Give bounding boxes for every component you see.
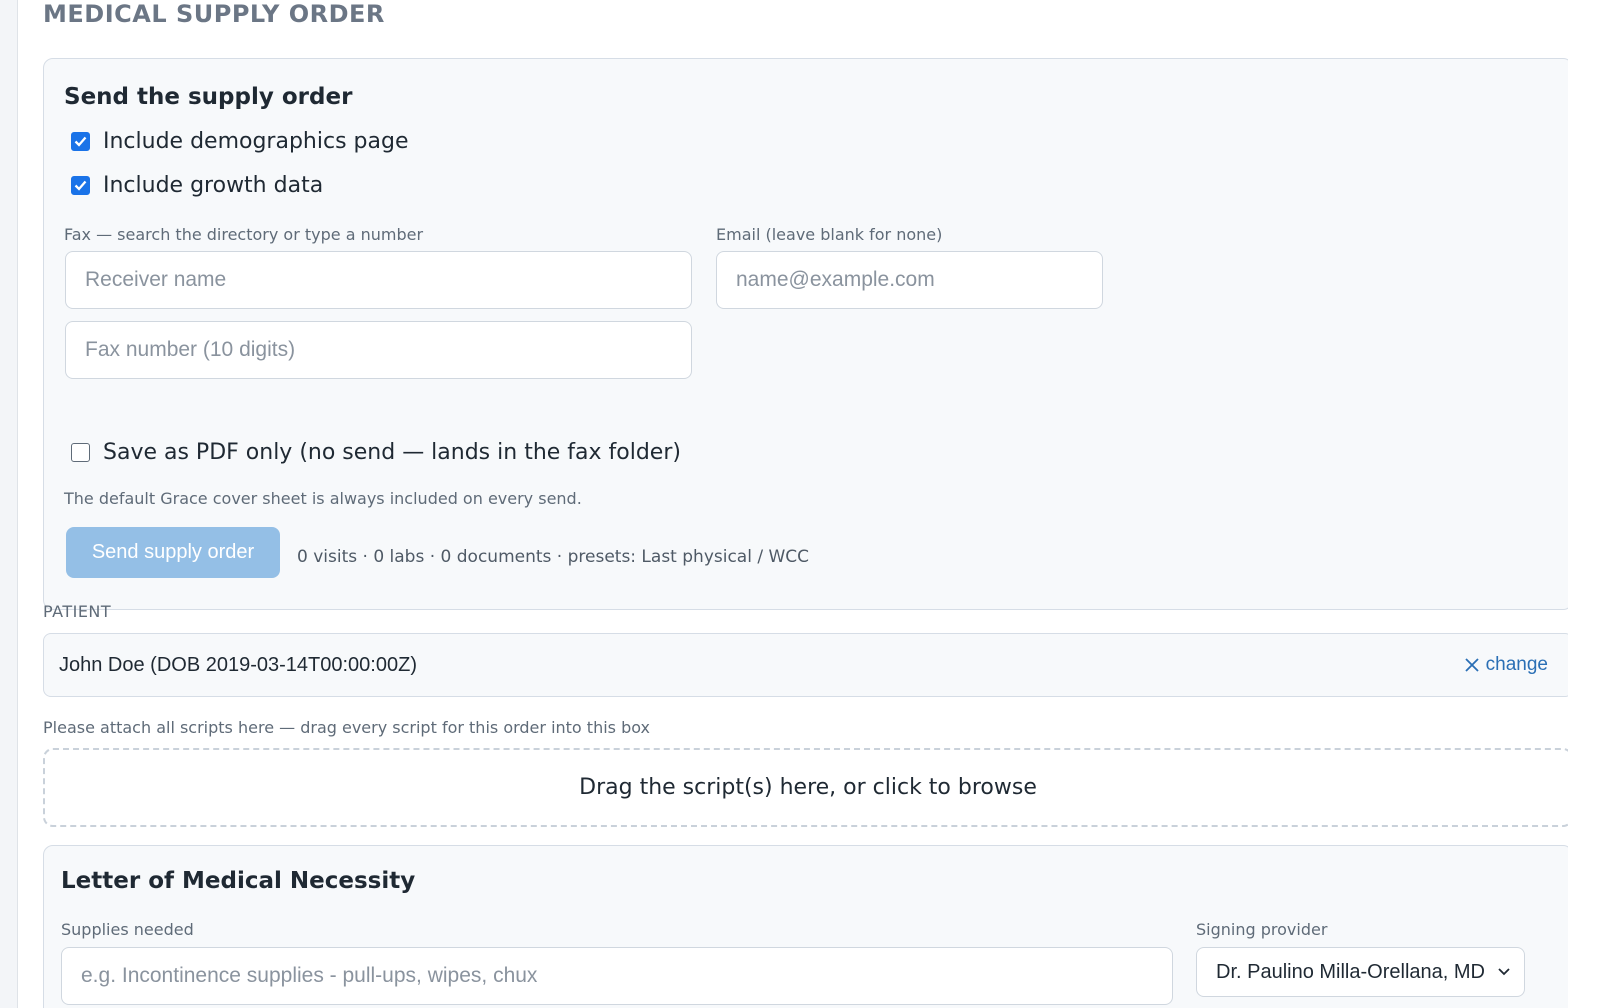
- include-growth-checkbox-row[interactable]: Include growth data: [71, 173, 323, 198]
- script-dropzone[interactable]: Drag the script(s) here, or click to bro…: [43, 748, 1573, 827]
- patient-label: PATIENT: [43, 602, 112, 621]
- change-patient-link[interactable]: change: [1464, 654, 1548, 676]
- include-growth-checkbox[interactable]: [71, 176, 90, 195]
- supplies-needed-input[interactable]: e.g. Incontinence supplies - pull-ups, w…: [61, 947, 1173, 1005]
- chevron-down-icon: [1498, 968, 1510, 976]
- email-input[interactable]: name@example.com: [716, 251, 1103, 309]
- change-label: change: [1485, 654, 1548, 675]
- include-growth-label: Include growth data: [103, 173, 324, 198]
- signing-provider-label: Signing provider: [1196, 920, 1328, 939]
- supplies-needed-label: Supplies needed: [61, 920, 194, 939]
- send-section-title: Send the supply order: [64, 84, 353, 110]
- page-title: MEDICAL SUPPLY ORDER: [43, 0, 385, 28]
- save-pdf-only-checkbox-row[interactable]: Save as PDF only (no send — lands in the…: [71, 440, 681, 465]
- dropzone-text: Drag the script(s) here, or click to bro…: [579, 775, 1037, 800]
- close-icon: [1465, 658, 1479, 672]
- cover-sheet-note: The default Grace cover sheet is always …: [64, 489, 582, 508]
- order-summary: 0 visits · 0 labs · 0 documents · preset…: [297, 547, 810, 567]
- patient-box: John Doe (DOB 2019-03-14T00:00:00Z) chan…: [43, 633, 1573, 697]
- include-demographics-checkbox[interactable]: [71, 132, 90, 151]
- signing-provider-value: Dr. Paulino Milla-Orellana, MD: [1216, 960, 1485, 983]
- check-icon: [74, 180, 87, 191]
- right-rail: [1568, 0, 1600, 1008]
- save-pdf-only-checkbox[interactable]: [71, 443, 90, 462]
- lmn-card: Letter of Medical Necessity Supplies nee…: [43, 845, 1573, 1008]
- fax-number-input[interactable]: Fax number (10 digits): [65, 321, 692, 379]
- include-demographics-label: Include demographics page: [103, 129, 409, 154]
- receiver-name-input[interactable]: Receiver name: [65, 251, 692, 309]
- save-pdf-only-label: Save as PDF only (no send — lands in the…: [103, 440, 681, 465]
- include-demographics-checkbox-row[interactable]: Include demographics page: [71, 129, 408, 154]
- attach-scripts-label: Please attach all scripts here — drag ev…: [43, 718, 650, 737]
- signing-provider-select[interactable]: Dr. Paulino Milla-Orellana, MD: [1196, 947, 1525, 997]
- check-icon: [74, 136, 87, 147]
- lmn-title: Letter of Medical Necessity: [61, 868, 416, 894]
- fax-label: Fax — search the directory or type a num…: [64, 225, 424, 244]
- email-label: Email (leave blank for none): [716, 225, 943, 244]
- send-supply-order-button[interactable]: Send supply order: [66, 527, 280, 578]
- patient-name: John Doe (DOB 2019-03-14T00:00:00Z): [59, 654, 417, 676]
- send-order-card: Send the supply order Include demographi…: [43, 58, 1573, 610]
- left-rail: [0, 0, 18, 1008]
